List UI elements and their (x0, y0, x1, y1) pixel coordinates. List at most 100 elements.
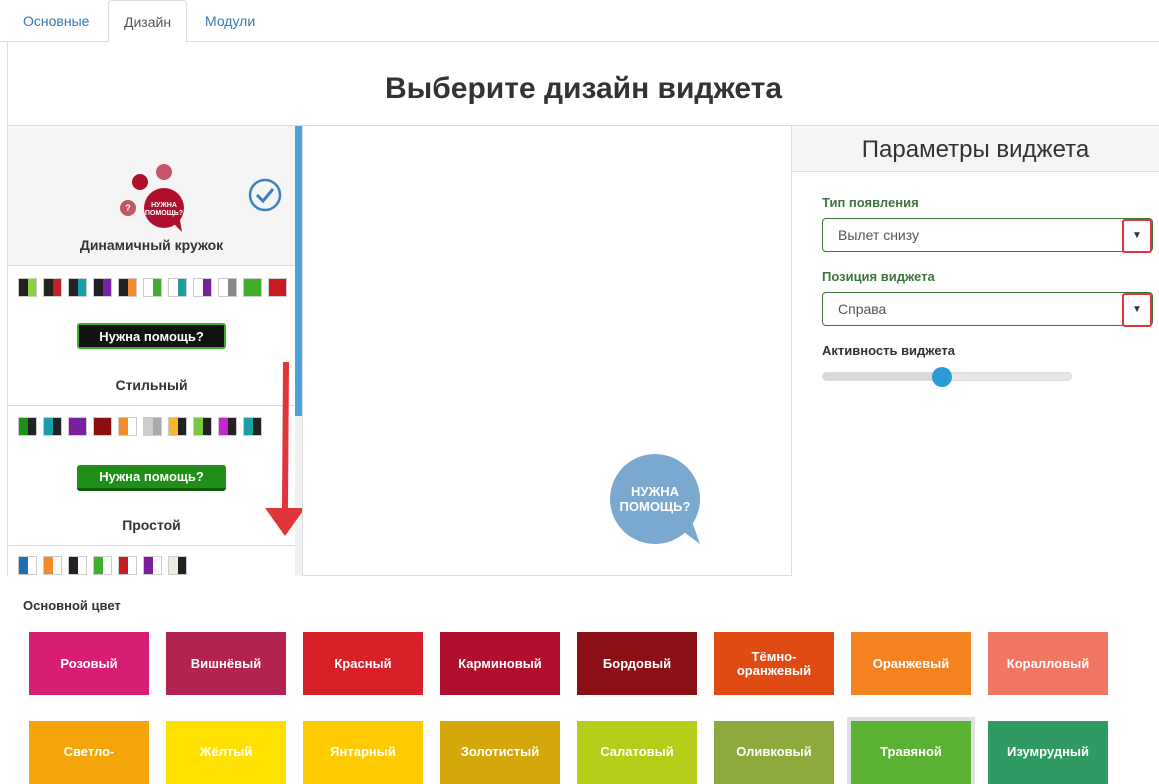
color-scheme-swatch[interactable] (243, 278, 262, 297)
color-scheme-swatch[interactable] (193, 278, 212, 297)
appearance-type-select[interactable]: Вылет снизу ▼ (822, 218, 1153, 253)
color-scheme-swatch[interactable] (43, 556, 62, 575)
design-item-dynamic-circle[interactable]: НУЖНА ПОМОЩЬ? ? Динамичный кружок (8, 126, 295, 266)
design-name: Простой (122, 517, 181, 533)
color-scheme-swatch[interactable] (243, 417, 262, 436)
color-tile-label: Жёлтый (199, 744, 253, 759)
color-tile[interactable]: Красный (303, 632, 423, 695)
svg-text:ПОМОЩЬ?: ПОМОЩЬ? (145, 210, 183, 217)
color-scheme-swatch[interactable] (68, 278, 87, 297)
color-scheme-swatch[interactable] (118, 278, 137, 297)
design-item-next[interactable] (8, 546, 295, 576)
color-tile-label: Травяной (880, 744, 942, 759)
appearance-type-value: Вылет снизу (838, 227, 920, 243)
preview-help-badge: НУЖНА ПОМОЩЬ? (610, 454, 700, 544)
color-scheme-swatch[interactable] (93, 417, 112, 436)
color-scheme-swatch[interactable] (93, 278, 112, 297)
design-list: НУЖНА ПОМОЩЬ? ? Динамичный кружок Нужна … (7, 126, 302, 576)
color-tile[interactable]: Золотистый (440, 721, 560, 784)
color-scheme-swatch[interactable] (168, 278, 187, 297)
simple-help-button-preview: Нужна помощь? (77, 465, 226, 491)
design-item-stylish[interactable]: Нужна помощь? Стильный (8, 266, 295, 406)
color-tile[interactable]: Травяной (847, 717, 975, 784)
svg-text:ПОМОЩЬ?: ПОМОЩЬ? (620, 499, 691, 514)
color-scheme-swatch[interactable] (218, 278, 237, 297)
widget-params-panel: Параметры виджета Тип появления Вылет сн… (792, 126, 1159, 576)
widget-preview-area: НУЖНА ПОМОЩЬ? (302, 126, 792, 576)
color-tile[interactable]: Карминовый (440, 632, 560, 695)
chevron-down-icon[interactable]: ▼ (1122, 219, 1152, 253)
color-tile-label: Карминовый (458, 655, 542, 671)
tab-modules[interactable]: Модули (190, 0, 270, 42)
color-scheme-swatches (18, 278, 287, 297)
color-tile-label: Тёмно-оранжевый (736, 648, 812, 678)
color-tile[interactable]: Изумрудный (988, 721, 1108, 784)
color-scheme-swatch[interactable] (43, 278, 62, 297)
color-tile-label: Изумрудный (1006, 744, 1090, 759)
color-scheme-swatch[interactable] (93, 556, 112, 575)
widget-position-label: Позиция виджета (822, 269, 935, 284)
color-scheme-swatch[interactable] (18, 417, 37, 436)
color-scheme-swatch[interactable] (143, 556, 162, 575)
color-scheme-swatch[interactable] (168, 417, 187, 436)
color-tile-label: Вишнёвый (190, 655, 262, 671)
color-scheme-swatch[interactable] (68, 417, 87, 436)
color-tile-label: Оранжевый (872, 655, 950, 671)
widget-position-select[interactable]: Справа ▼ (822, 292, 1153, 327)
color-tile-label: Красный (334, 655, 392, 671)
widget-activity-label: Активность виджета (822, 343, 956, 358)
color-tile[interactable]: Жёлтый (166, 721, 286, 784)
activity-slider-handle[interactable] (932, 367, 952, 387)
scroll-down-arrow-icon (265, 361, 302, 536)
color-tile-label: Светло- (63, 744, 115, 759)
color-tile[interactable]: Салатовый (577, 721, 697, 784)
design-name: Динамичный кружок (79, 237, 224, 253)
design-name: Стильный (115, 377, 188, 393)
color-tile-label: Коралловый (1006, 655, 1090, 671)
color-tile-label: Золотистый (460, 744, 540, 759)
tab-design[interactable]: Дизайн (108, 0, 188, 43)
color-scheme-swatch[interactable] (118, 556, 137, 575)
selected-check-icon (248, 178, 282, 212)
color-tile[interactable]: Коралловый (988, 632, 1108, 695)
color-tile[interactable]: Оранжевый (851, 632, 971, 695)
params-header: Параметры виджета (792, 126, 1159, 172)
color-scheme-swatch[interactable] (268, 278, 287, 297)
color-scheme-swatch[interactable] (18, 556, 37, 575)
svg-text:НУЖНА: НУЖНА (151, 202, 177, 209)
tab-bar: Основные Дизайн Модули (0, 0, 1159, 43)
appearance-type-label: Тип появления (822, 195, 919, 210)
color-scheme-swatch[interactable] (18, 278, 37, 297)
design-item-simple[interactable]: Нужна помощь? Простой (8, 406, 295, 546)
color-scheme-swatches (18, 417, 262, 436)
color-scheme-swatch[interactable] (193, 417, 212, 436)
color-tile-label: Бордовый (602, 655, 672, 671)
color-scheme-swatch[interactable] (168, 556, 187, 575)
color-tile[interactable]: Светло- (29, 721, 149, 784)
tab-main[interactable]: Основные (8, 0, 104, 42)
params-title: Параметры виджета (861, 136, 1090, 163)
color-tile-label: Розовый (60, 655, 118, 671)
color-tile[interactable]: Розовый (29, 632, 149, 695)
color-tile[interactable]: Тёмно-оранжевый (714, 632, 834, 695)
dynamic-circle-thumbnail: НУЖНА ПОМОЩЬ? ? (120, 164, 184, 232)
title-panel: Выберите дизайн виджета (7, 42, 1159, 126)
svg-text:НУЖНА: НУЖНА (631, 484, 680, 499)
chevron-down-icon[interactable]: ▼ (1122, 293, 1152, 327)
color-tile[interactable]: Бордовый (577, 632, 697, 695)
color-scheme-swatch[interactable] (143, 278, 162, 297)
activity-slider-fill (823, 373, 943, 380)
color-tile-label: Янтарный (330, 744, 396, 759)
color-scheme-swatch[interactable] (143, 417, 162, 436)
color-scheme-swatch[interactable] (118, 417, 137, 436)
color-scheme-swatch[interactable] (43, 417, 62, 436)
page-title: Выберите дизайн виджета (384, 72, 783, 105)
color-scheme-swatch[interactable] (68, 556, 87, 575)
stylish-help-button-preview: Нужна помощь? (77, 323, 226, 349)
main-color-label: Основной цвет (23, 598, 121, 613)
color-tile[interactable]: Вишнёвый (166, 632, 286, 695)
color-scheme-swatch[interactable] (218, 417, 237, 436)
color-tile[interactable]: Оливковый (714, 721, 834, 784)
color-tile[interactable]: Янтарный (303, 721, 423, 784)
color-tile-label: Оливковый (736, 744, 812, 759)
